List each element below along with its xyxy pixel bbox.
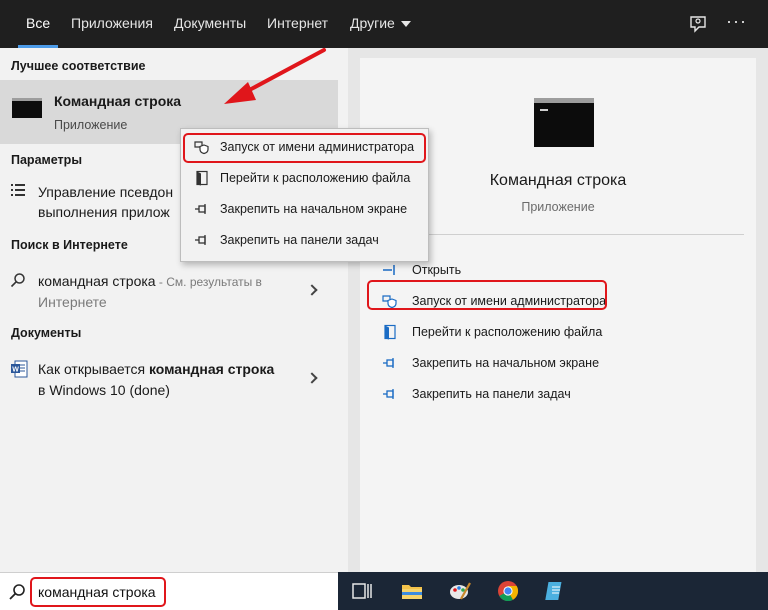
detail-panel: Командная строка Приложение Открыть Запу…: [348, 48, 768, 572]
document-result-line1: Как открывается командная строка: [38, 361, 274, 377]
action-pin-start[interactable]: Закрепить на начальном экране: [382, 351, 642, 375]
tab-internet[interactable]: Интернет: [265, 0, 330, 48]
feedback-icon[interactable]: [688, 14, 708, 34]
folder-location-icon: [384, 324, 396, 340]
tab-other[interactable]: Другие: [348, 0, 413, 48]
folder-location-icon: [196, 170, 208, 186]
document-title-bold: командная строка: [148, 361, 275, 377]
search-window: Все Приложения Документы Интернет Другие…: [0, 0, 768, 610]
pin-icon: [195, 235, 206, 245]
menu-item-pin-taskbar[interactable]: Закрепить на панели задач: [181, 226, 428, 254]
web-search-query: командная строка: [38, 273, 156, 289]
document-result-item[interactable]: W Как открывается командная строка в Win…: [0, 352, 338, 402]
pin-icon: [195, 204, 206, 214]
best-match-subtitle: Приложение: [54, 118, 128, 132]
menu-item-open-file-location[interactable]: Перейти к расположению файла: [181, 164, 428, 192]
command-prompt-icon: [12, 98, 42, 118]
action-open-file-location[interactable]: Перейти к расположению файла: [382, 320, 642, 344]
menu-item-open-file-location-label: Перейти к расположению файла: [220, 171, 411, 185]
best-match-title: Командная строка: [54, 93, 182, 109]
tab-other-label: Другие: [350, 15, 395, 31]
web-search-suffix: - См. результаты в: [155, 275, 262, 289]
svg-text:W: W: [12, 367, 19, 374]
action-open-file-location-label: Перейти к расположению файла: [412, 325, 603, 339]
open-icon: [383, 265, 395, 275]
document-title-prefix: Как открывается: [38, 361, 149, 377]
settings-result-line2: выполнения прилож: [38, 204, 170, 220]
taskbar: [338, 572, 768, 610]
web-search-result-item[interactable]: командная строка - См. результаты в Инте…: [0, 264, 338, 314]
menu-item-pin-start-label: Закрепить на начальном экране: [220, 202, 408, 216]
word-document-icon: W: [11, 360, 28, 378]
highlight-frame: [183, 133, 426, 163]
document-result-line2: в Windows 10 (done): [38, 382, 170, 398]
results-panel: Лучшее соответствие Командная строка При…: [0, 48, 348, 572]
action-pin-start-label: Закрепить на начальном экране: [412, 356, 600, 370]
pin-icon: [383, 389, 394, 399]
web-search-heading: Поиск в Интернете: [11, 238, 128, 252]
chevron-right-icon[interactable]: [306, 372, 318, 384]
settings-heading: Параметры: [11, 153, 82, 167]
tab-apps[interactable]: Приложения: [69, 0, 155, 48]
arrow-annotation-icon: [224, 48, 326, 104]
tab-all[interactable]: Все: [17, 0, 59, 48]
search-icon: [9, 584, 25, 600]
highlight-frame: [30, 577, 166, 607]
command-prompt-large-icon: [534, 98, 594, 147]
menu-item-pin-taskbar-label: Закрепить на панели задач: [220, 233, 379, 247]
action-pin-taskbar-label: Закрепить на панели задач: [412, 387, 571, 401]
web-search-result-line2: Интернете: [38, 294, 107, 310]
paint-icon[interactable]: [448, 579, 472, 603]
action-pin-taskbar[interactable]: Закрепить на панели задач: [382, 382, 642, 406]
best-match-heading: Лучшее соответствие: [11, 59, 146, 73]
list-settings-icon: [11, 184, 25, 196]
settings-result-line1: Управление псевдон: [38, 184, 174, 200]
notepad-icon[interactable]: [544, 579, 568, 603]
task-view-icon[interactable]: [350, 579, 374, 603]
documents-heading: Документы: [11, 326, 82, 340]
web-search-result-line1: командная строка - См. результаты в: [38, 273, 262, 289]
filter-tabs-bar: Все Приложения Документы Интернет Другие…: [0, 0, 768, 48]
search-icon: [10, 273, 25, 288]
chrome-icon[interactable]: [496, 579, 520, 603]
more-options-icon[interactable]: ···: [726, 12, 750, 34]
menu-item-pin-start[interactable]: Закрепить на начальном экране: [181, 195, 428, 223]
tab-documents[interactable]: Документы: [172, 0, 248, 48]
pin-icon: [383, 358, 394, 368]
file-explorer-icon[interactable]: [400, 579, 424, 603]
highlight-frame: [367, 280, 607, 310]
chevron-right-icon[interactable]: [306, 284, 318, 296]
chevron-down-icon: [400, 21, 411, 28]
action-open-label: Открыть: [412, 263, 462, 277]
